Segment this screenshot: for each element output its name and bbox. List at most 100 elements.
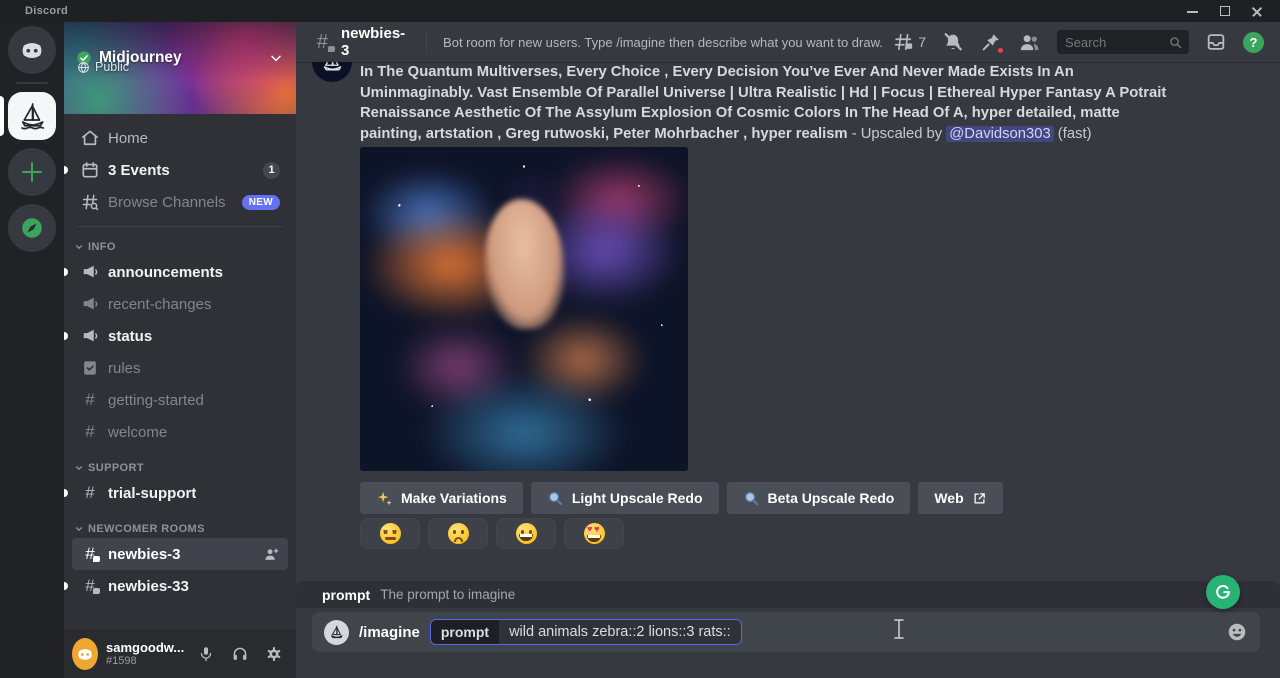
member-list-button[interactable] [1018,31,1041,54]
message-composer[interactable]: /imagine prompt wild animals zebra::2 li… [312,612,1260,652]
sidebar-item-label: Browse Channels [108,194,226,211]
user-avatar[interactable] [72,638,98,670]
rail-divider [16,82,48,84]
chevron-down-icon [268,50,284,66]
channel-name: status [108,328,152,345]
inbox-button[interactable] [1205,31,1227,53]
window-maximize-button[interactable] [1216,3,1234,19]
light-upscale-redo-button[interactable]: Light Upscale Redo [531,482,719,514]
channel-status[interactable]: status [72,320,288,352]
deafen-button[interactable] [226,640,254,668]
external-link-icon [972,491,987,506]
microphone-icon [197,645,215,663]
make-variations-button[interactable]: Make Variations [360,482,523,514]
add-server-button[interactable] [8,148,56,196]
reaction-disappointed-face[interactable] [428,518,488,549]
server-rail [0,22,64,678]
sidebar-item-home[interactable]: Home [72,122,288,154]
emoji-picker-button[interactable] [1226,621,1248,643]
button-label: Light Upscale Redo [572,490,703,506]
artwork-stars [360,147,688,471]
smiley-icon [1226,621,1248,643]
upscaled-by-text: - Upscaled by [848,126,947,142]
channel-topic[interactable]: Bot room for new users. Type /imagine th… [443,35,884,50]
channel-title: newbies-3 [341,25,410,59]
channel-announcements[interactable]: announcements [72,256,288,288]
category-newcomer-rooms[interactable]: NEWCOMER ROOMS [72,523,288,535]
events-count-badge: 1 [263,162,280,179]
slash-command-autocomplete[interactable]: prompt The prompt to imagine [296,581,1280,608]
threads-icon [892,31,914,53]
window-minimize-button[interactable] [1184,3,1202,19]
category-info[interactable]: INFO [72,241,288,253]
unread-indicator [64,582,68,590]
search-input[interactable]: Search [1057,30,1189,54]
help-button[interactable]: ? [1243,32,1264,53]
hash-chat-icon: # [80,544,100,564]
explore-servers-button[interactable] [8,204,56,252]
channel-header: # newbies-3 Bot room for new users. Type… [296,22,1280,62]
mute-microphone-button[interactable] [192,640,220,668]
category-label: NEWCOMER ROOMS [88,523,205,535]
server-banner[interactable]: Midjourney Public [64,22,296,114]
unread-indicator [64,489,68,497]
channel-name: trial-support [108,485,196,502]
option-name: prompt [322,587,370,603]
slash-command-name: /imagine [359,624,420,641]
user-settings-button[interactable] [260,640,288,668]
option-field-value[interactable]: wild animals zebra::2 lions::3 rats:: [499,620,741,644]
reaction-grinning-face[interactable] [496,518,556,549]
channel-newbies-3[interactable]: # newbies-3 [72,538,288,570]
channel-welcome[interactable]: # welcome [72,416,288,448]
discord-app: Midjourney Public [0,22,1280,678]
threads-button[interactable]: 7 [892,31,926,53]
channel-name: welcome [108,424,167,441]
window-close-button[interactable] [1248,3,1266,19]
channel-newbies-33[interactable]: # newbies-33 [72,570,288,602]
text-cursor-icon [892,618,906,640]
sidebar-item-browse-channels[interactable]: Browse Channels NEW [72,186,288,218]
grammarly-icon[interactable] [1206,575,1240,609]
command-option-field[interactable]: prompt wild animals zebra::2 lions::3 ra… [430,619,742,645]
unread-indicator [64,166,68,174]
user-info[interactable]: samgoodw... #1598 [106,641,184,667]
channel-name: newbies-3 [108,546,181,563]
channel-name: newbies-33 [108,578,189,595]
channel-trial-support[interactable]: # trial-support [72,477,288,509]
chevron-down-icon [74,463,84,473]
active-server-indicator [0,96,4,136]
button-label: Make Variations [401,490,507,506]
command-bot-avatar [324,620,349,645]
category-support[interactable]: SUPPORT [72,462,288,474]
hash-icon: # [80,422,100,442]
window-controls [1184,3,1280,19]
channel-recent-changes[interactable]: recent-changes [72,288,288,320]
option-description: The prompt to imagine [380,587,515,602]
header-divider [426,32,427,52]
window-titlebar: Discord [0,0,1280,22]
new-badge: NEW [242,195,280,210]
midjourney-server-icon[interactable] [8,92,56,140]
channel-getting-started[interactable]: # getting-started [72,384,288,416]
create-invite-icon[interactable] [263,546,280,563]
generated-image[interactable] [360,147,688,471]
reaction-heart-eyes-face[interactable]: ♥♥ [564,518,624,549]
sidebar-item-events[interactable]: 3 Events 1 [72,154,288,186]
channel-name: announcements [108,264,223,281]
inbox-icon [1205,31,1227,53]
beta-upscale-redo-button[interactable]: Beta Upscale Redo [727,482,911,514]
message-content: In The Quantum Multiverses, Every Choice… [360,62,1182,144]
hash-search-icon [80,192,100,212]
user-mention[interactable]: @Davidson303 [946,126,1053,142]
reaction-confounded-face[interactable] [360,518,420,549]
button-label: Web [934,490,963,506]
sidebar-item-label: 3 Events [108,162,170,179]
reactions: ♥♥ [360,518,624,549]
username: samgoodw... [106,641,184,655]
magnifier-icon [743,490,760,507]
discord-home-button[interactable] [8,26,56,74]
pinned-messages-button[interactable] [980,31,1002,53]
web-button[interactable]: Web [918,482,1002,514]
channel-rules[interactable]: rules [72,352,288,384]
notification-settings-button[interactable] [942,31,964,53]
